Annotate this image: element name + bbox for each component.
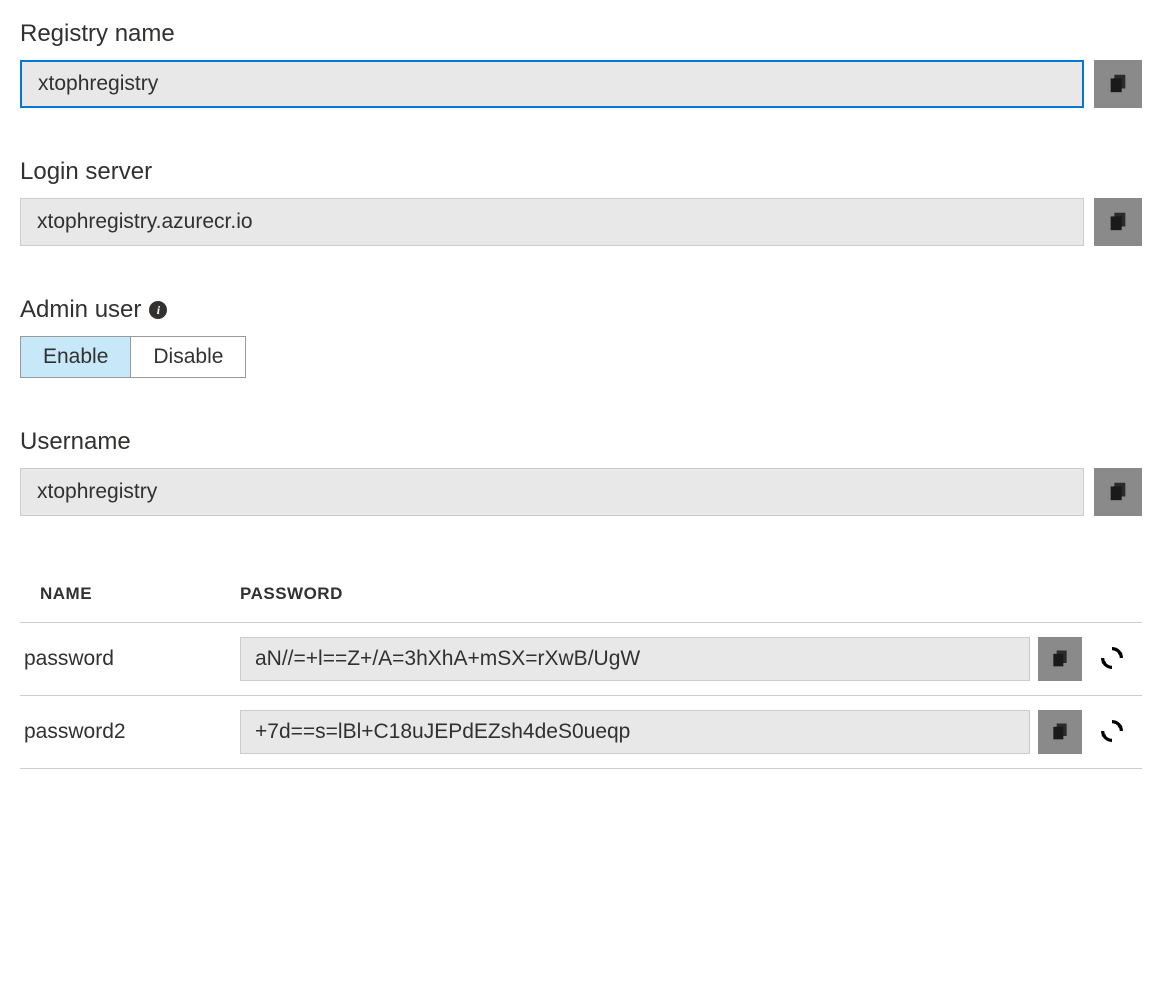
copy-icon — [1050, 721, 1070, 744]
password-row-name: password — [20, 623, 240, 696]
username-input[interactable] — [20, 468, 1084, 516]
regenerate-password-button[interactable] — [1090, 637, 1134, 681]
username-label: Username — [20, 428, 1142, 456]
login-server-label: Login server — [20, 158, 1142, 186]
registry-name-label: Registry name — [20, 20, 1142, 48]
copy-password2-button[interactable] — [1038, 710, 1082, 754]
copy-registry-name-button[interactable] — [1094, 60, 1142, 108]
copy-icon — [1050, 648, 1070, 671]
password-table: NAME PASSWORD password — [20, 566, 1142, 769]
admin-user-label-text: Admin user — [20, 296, 141, 324]
refresh-icon — [1098, 717, 1126, 748]
regenerate-password2-button[interactable] — [1090, 710, 1134, 754]
admin-user-label: Admin user i — [20, 296, 1142, 324]
username-group: Username — [20, 428, 1142, 516]
registry-name-row — [20, 60, 1142, 108]
admin-user-toggle: Enable Disable — [20, 336, 246, 378]
refresh-icon — [1098, 644, 1126, 675]
login-server-row — [20, 198, 1142, 246]
header-password: PASSWORD — [240, 566, 1038, 623]
password2-input[interactable] — [240, 710, 1030, 754]
table-row: password2 — [20, 696, 1142, 769]
copy-username-button[interactable] — [1094, 468, 1142, 516]
password-input[interactable] — [240, 637, 1030, 681]
copy-login-server-button[interactable] — [1094, 198, 1142, 246]
copy-icon — [1107, 210, 1129, 235]
disable-button[interactable]: Disable — [131, 337, 245, 377]
admin-user-group: Admin user i Enable Disable — [20, 296, 1142, 378]
registry-name-group: Registry name — [20, 20, 1142, 108]
registry-name-input[interactable] — [20, 60, 1084, 108]
login-server-group: Login server — [20, 158, 1142, 246]
username-row — [20, 468, 1142, 516]
table-row: password — [20, 623, 1142, 696]
login-server-input[interactable] — [20, 198, 1084, 246]
copy-password-button[interactable] — [1038, 637, 1082, 681]
header-name: NAME — [20, 566, 240, 623]
enable-button[interactable]: Enable — [21, 337, 131, 377]
info-icon[interactable]: i — [149, 301, 167, 319]
copy-icon — [1107, 480, 1129, 505]
password2-row-name: password2 — [20, 696, 240, 769]
copy-icon — [1107, 72, 1129, 97]
